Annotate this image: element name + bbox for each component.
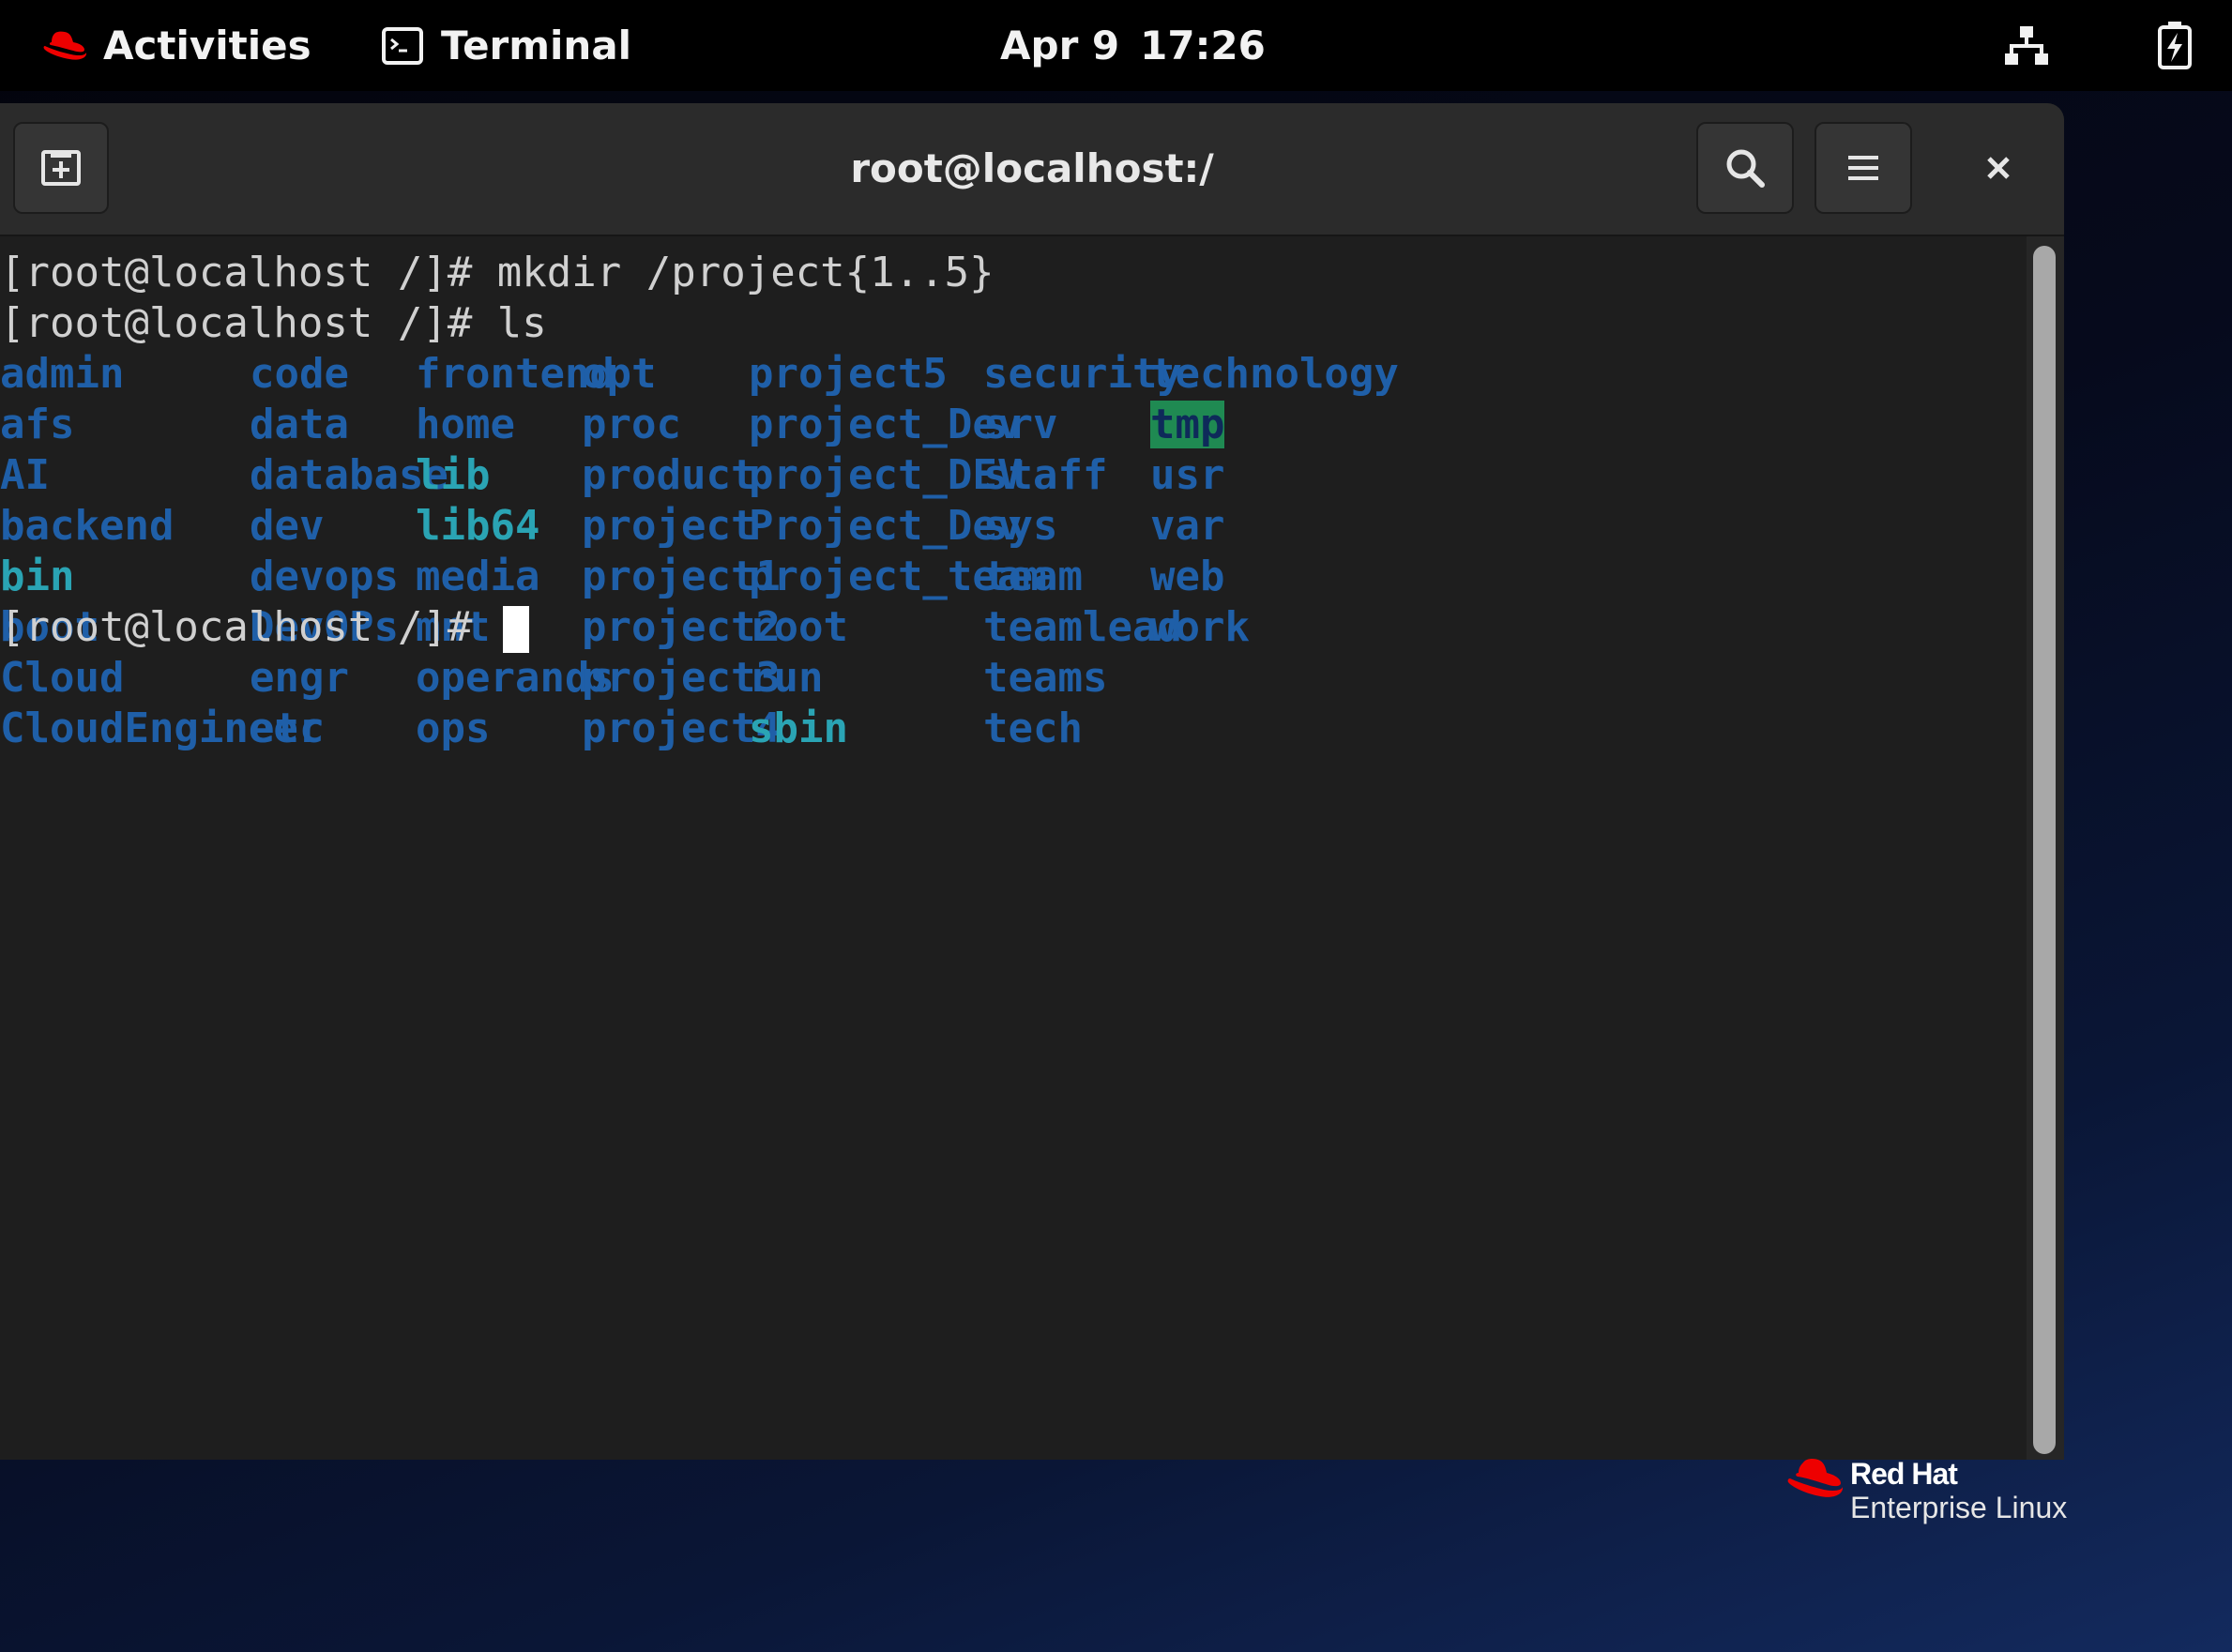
ls-entry: sbin: [749, 705, 848, 752]
ls-entry: media: [416, 553, 540, 600]
ls-entry: project: [582, 502, 756, 550]
ls-entry: sys: [983, 502, 1058, 550]
branding-line2: Enterprise Linux: [1850, 1491, 2068, 1524]
menu-button[interactable]: [1814, 122, 1912, 214]
ls-entry: technology: [1150, 350, 1399, 398]
ls-entry: srv: [983, 401, 1058, 448]
battery-charging-icon[interactable]: [2156, 21, 2194, 69]
ls-entry: devops: [250, 553, 399, 600]
app-menu-label: Terminal: [441, 23, 632, 68]
ls-entry: data: [250, 401, 349, 448]
ls-entry: lib: [416, 451, 491, 499]
ls-entry: afs: [0, 401, 75, 448]
ls-entry: project_DEV: [749, 451, 1023, 499]
search-icon: [1726, 149, 1765, 188]
ls-entry: project_Dev: [749, 401, 1023, 448]
ls-entry: var: [1150, 502, 1225, 550]
ls-entry: backend: [0, 502, 175, 550]
scrollbar-thumb[interactable]: [2033, 246, 2056, 1454]
ls-entry: root: [749, 603, 848, 651]
terminal-icon: [382, 26, 423, 65]
clock-date: Apr 9: [1000, 23, 1120, 68]
ls-entry: project5: [749, 350, 948, 398]
top-bar: Activities Terminal Apr 9 17:26: [0, 0, 2232, 91]
ls-entry: etc: [250, 705, 325, 752]
ls-entry: ops: [416, 705, 491, 752]
terminal-window: root@localhost:/ [root@localhost /]# mkd…: [0, 103, 2064, 1460]
ls-entry: proc: [582, 401, 681, 448]
ls-entry: product: [582, 451, 756, 499]
ls-entry: teams: [983, 654, 1108, 702]
new-tab-button[interactable]: [13, 122, 109, 214]
close-icon: [1987, 157, 2010, 179]
activities-button[interactable]: Activities: [41, 0, 311, 91]
terminal-line: [root@localhost /]# ls: [0, 299, 547, 347]
terminal-prompt-line: [root@localhost /]#: [0, 602, 529, 653]
header-bar: root@localhost:/: [0, 103, 2064, 236]
activities-label: Activities: [103, 23, 311, 68]
ls-entry: staff: [983, 451, 1108, 499]
ls-entry: Project_Dev: [749, 502, 1023, 550]
ls-entry: engr: [250, 654, 349, 702]
terminal-line: [root@localhost /]# mkdir /project{1..5}: [0, 249, 995, 296]
ls-entry: code: [250, 350, 349, 398]
terminal-content[interactable]: [root@localhost /]# mkdir /project{1..5}…: [0, 236, 2027, 1460]
redhat-logo-icon: [1787, 1458, 1844, 1497]
ls-entry: tmp: [1150, 401, 1225, 448]
ls-entry: AI: [0, 451, 50, 499]
search-button[interactable]: [1696, 122, 1794, 214]
network-wired-icon[interactable]: [2004, 23, 2049, 68]
ls-entry: work: [1150, 603, 1250, 651]
new-tab-icon: [41, 150, 81, 186]
clock[interactable]: Apr 9 17:26: [1000, 0, 1266, 91]
redhat-enterprise-linux-logo: Red Hat Enterprise Linux: [1784, 1457, 2085, 1534]
ls-entry: lib64: [416, 502, 540, 550]
ls-entry: opt: [582, 350, 657, 398]
ls-entry: team: [983, 553, 1083, 600]
ls-entry: Cloud: [0, 654, 125, 702]
ls-entry: run: [749, 654, 824, 702]
ls-entry: admin: [0, 350, 125, 398]
redhat-fedora-icon: [43, 31, 87, 60]
ls-entry: home: [416, 401, 515, 448]
terminal-prompt: [root@localhost /]#: [0, 603, 497, 651]
ls-entry: usr: [1150, 451, 1225, 499]
app-menu-terminal[interactable]: Terminal: [381, 0, 631, 91]
clock-time: 17:26: [1140, 23, 1266, 68]
branding-line1: Red Hat: [1850, 1457, 1958, 1491]
close-button[interactable]: [1951, 122, 2045, 214]
text-cursor: [502, 606, 529, 653]
ls-entry: tech: [983, 705, 1083, 752]
ls-entry: bin: [0, 553, 75, 600]
hamburger-menu-icon: [1848, 156, 1878, 180]
ls-entry: web: [1150, 553, 1225, 600]
ls-entry: dev: [250, 502, 325, 550]
